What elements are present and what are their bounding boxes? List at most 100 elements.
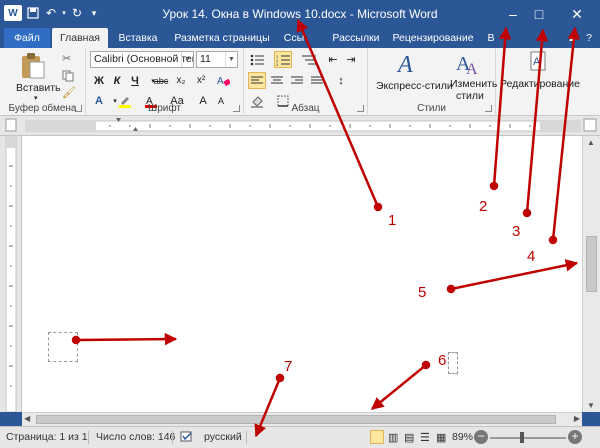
status-separator [246,431,247,444]
scroll-left-icon[interactable]: ◀ [24,414,30,423]
clipboard-launcher-icon[interactable] [75,105,82,112]
cut-icon[interactable]: ✂ [62,52,71,65]
draft-icon[interactable]: ▦ [436,431,446,444]
word-icon[interactable]: W [4,5,22,21]
change-styles-label-1[interactable]: Изменить [450,78,497,90]
tab-insert[interactable]: Вставка [112,28,164,48]
multilevel-list-icon[interactable] [300,51,318,68]
zoom-slider-handle[interactable] [520,432,524,443]
vertical-scroll-thumb[interactable] [586,236,597,292]
annotation-label-5: 5 [418,284,427,301]
paste-button[interactable]: Вставить [16,82,61,94]
editing-icon[interactable]: A [528,50,548,75]
text-box-placeholder-small[interactable] [448,352,458,374]
annotation-label-3: 3 [512,223,521,240]
annotation-label-2: 2 [479,198,488,215]
decrease-indent-icon[interactable]: ⇤ [324,51,342,68]
strikethrough-button[interactable]: abc [152,72,170,89]
save-icon[interactable] [26,5,40,21]
tab-references[interactable]: Ссы [280,28,308,48]
zoom-out-button[interactable]: − [474,430,488,444]
italic-button[interactable]: К [108,72,126,89]
paste-dropdown-icon[interactable]: ▾ [34,94,38,102]
svg-text:A: A [396,52,413,76]
copy-icon[interactable] [62,70,74,85]
text-box-placeholder[interactable] [48,332,78,362]
annotation-label-1: 1 [388,212,397,229]
quick-styles-icon[interactable]: A [396,50,422,79]
font-name-combo[interactable]: Calibri (Основной тек ▼ [90,51,194,68]
quick-styles-button[interactable]: Экспресс-стили [376,80,453,92]
font-size-dropdown-icon[interactable]: ▼ [225,52,237,67]
horizontal-scrollbar[interactable]: ◀ ▶ [22,412,582,426]
line-spacing-icon[interactable]: ↕ [332,72,350,89]
document-page[interactable] [22,136,582,412]
font-size-combo[interactable]: 11 ▼ [196,51,238,68]
full-screen-reading-icon[interactable]: ▥ [388,431,398,444]
styles-group: A Экспресс-стили AA Изменить стили Стили [368,48,497,116]
superscript-button[interactable]: x² [192,72,210,89]
numbering-icon[interactable]: 123 [274,51,292,68]
paragraph-launcher-icon[interactable] [357,105,364,112]
web-layout-icon[interactable]: ▤ [404,431,414,444]
scroll-right-icon[interactable]: ▶ [574,414,580,423]
horizontal-ruler[interactable] [0,116,600,136]
outline-icon[interactable]: ☰ [420,431,430,444]
tab-file[interactable]: Файл [4,28,50,48]
annotation-label-7: 7 [284,358,293,375]
paragraph-group: 123 ⇤ ⇥ ↕ Абзац [244,48,368,116]
format-painter-icon[interactable]: 🖌 [62,86,76,99]
tab-mailings[interactable]: Рассылки [330,28,382,48]
change-styles-icon[interactable]: AA [456,50,482,79]
title-bar: W ↶ ▾ ↻ ▾ Урок 14. Окна в Windows 10.doc… [0,0,600,28]
ribbon: Вставить ▾ ✂ 🖌 Буфер обмена Calibri (Осн… [0,48,600,116]
align-left-icon[interactable] [248,72,266,89]
undo-icon[interactable]: ↶ [44,5,58,21]
font-launcher-icon[interactable] [233,105,240,112]
bold-button[interactable]: Ж [90,72,108,89]
collapse-ribbon-icon[interactable]: ▲ [566,28,578,48]
paste-icon[interactable] [20,52,46,83]
svg-text:A: A [466,61,478,76]
svg-text:A: A [533,56,541,68]
zoom-level[interactable]: 89% [452,431,473,443]
page-count[interactable]: Страница: 1 из 1 [6,431,88,443]
tab-view[interactable]: В [484,28,498,48]
customize-icon[interactable]: ▾ [88,5,100,21]
maximize-button[interactable]: □ [522,0,556,28]
increase-indent-icon[interactable]: ⇥ [342,51,360,68]
scroll-up-icon[interactable]: ▲ [587,138,595,147]
scroll-down-icon[interactable]: ▼ [587,401,595,410]
close-button[interactable]: ✕ [560,0,594,28]
word-count[interactable]: Число слов: 146 [96,431,175,443]
editing-button[interactable]: Редактирование [500,78,580,90]
tab-review[interactable]: Рецензирование [390,28,476,48]
styles-launcher-icon[interactable] [485,105,492,112]
vertical-ruler[interactable] [0,135,22,413]
paragraph-group-label: Абзац [291,103,320,114]
align-center-icon[interactable] [268,72,286,89]
redo-icon[interactable]: ↻ [70,5,84,21]
subscript-button[interactable]: x₂ [172,72,190,89]
change-styles-label-2[interactable]: стили [456,90,484,102]
font-name-dropdown-icon[interactable]: ▼ [181,52,193,67]
help-icon[interactable]: ? [582,28,596,48]
align-right-icon[interactable] [288,72,306,89]
editing-group: A Редактирование [496,48,600,116]
print-layout-icon[interactable] [370,430,384,444]
proofing-icon[interactable] [180,431,194,446]
zoom-slider[interactable] [490,437,566,439]
language[interactable]: русский [204,431,242,443]
justify-icon[interactable] [308,72,326,89]
tab-page-layout[interactable]: Разметка страницы [168,28,276,48]
vertical-scrollbar[interactable]: ▲ ▼ [582,136,600,412]
tab-home[interactable]: Главная [52,28,108,48]
underline-button[interactable]: Ч [126,72,144,89]
font-name-value: Calibri (Основной тек [94,53,194,65]
clear-format-icon[interactable]: A [214,72,232,89]
undo-dropdown-icon[interactable]: ▾ [60,5,68,21]
ribbon-tabs: Файл Главная Вставка Разметка страницы С… [0,28,600,48]
horizontal-scroll-thumb[interactable] [36,415,556,424]
zoom-in-button[interactable]: + [568,430,582,444]
bullets-icon[interactable] [248,51,266,68]
